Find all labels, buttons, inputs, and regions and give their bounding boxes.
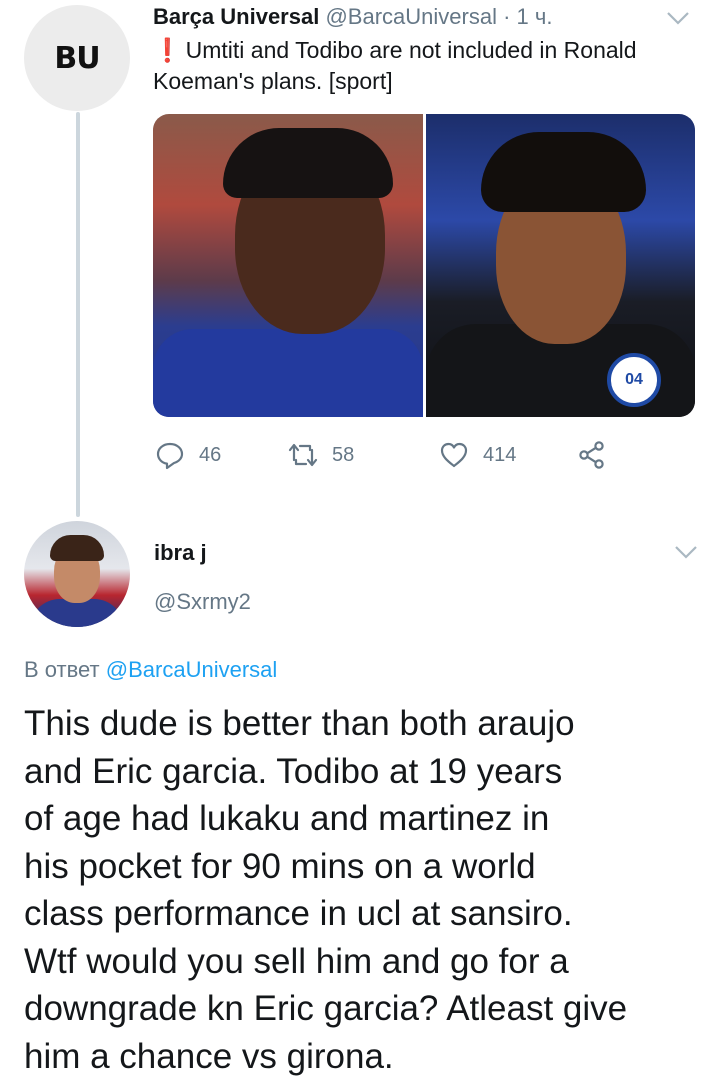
reply-author-handle[interactable]: @Sxrmy2 — [154, 589, 251, 615]
tweet-text: ❗ Umtiti and Todibo are not included in R… — [153, 35, 698, 97]
like-button[interactable]: 414 — [439, 440, 516, 470]
retweet-count: 58 — [332, 443, 355, 466]
text-line: This dude is better than both araujo — [24, 704, 575, 743]
author-handle[interactable]: @BarcaUniversal — [325, 4, 497, 29]
author-name[interactable]: Barça Universal — [153, 4, 319, 29]
media-photo-right[interactable]: 04 — [425, 114, 695, 417]
text-line: his pocket for 90 mins on a world — [24, 846, 536, 886]
reply-icon — [156, 442, 184, 470]
retweet-button[interactable]: 58 — [288, 440, 354, 470]
text-line: and Eric garcia. Todibo at 19 years — [24, 751, 563, 791]
avatar-text: BU — [54, 40, 100, 76]
tweet-header: Barça Universal @BarcaUniversal · 1 ч. — [153, 4, 552, 30]
reply-author-name[interactable]: ibra j — [154, 540, 207, 566]
meta-separator: · — [503, 4, 511, 29]
retweet-icon — [288, 443, 318, 467]
share-button[interactable] — [577, 440, 607, 470]
reply-prefix: В ответ — [24, 657, 100, 682]
like-count: 414 — [483, 443, 517, 466]
text-line: of age had lukaku and martinez in — [24, 799, 550, 838]
chevron-down-icon[interactable] — [664, 8, 692, 28]
club-badge-logo: 04 — [607, 353, 661, 407]
reply-mention-link[interactable]: @BarcaUniversal — [106, 657, 278, 682]
thread-connector-line — [76, 112, 80, 517]
text-line: him a chance vs girona. — [24, 1036, 394, 1076]
reply-count: 46 — [199, 443, 222, 466]
author-avatar[interactable]: BU — [24, 5, 130, 111]
replying-to-line: В ответ @BarcaUniversal — [24, 657, 277, 683]
reply-button[interactable]: 46 — [155, 440, 221, 470]
text-line: class performance in ucl at sansiro. — [24, 894, 573, 933]
tweet-actions: 46 58 414 — [153, 440, 653, 480]
alert-emoji: ❗ — [153, 37, 182, 63]
tweet-timestamp[interactable]: 1 ч. — [517, 4, 553, 29]
like-icon — [440, 442, 468, 468]
tweet-media[interactable]: 04 — [153, 114, 695, 417]
tweet-text-body: Umtiti and Todibo are not included in Ro… — [153, 37, 637, 94]
chevron-down-icon[interactable] — [672, 542, 700, 562]
text-line: downgrade kn Eric garcia? Atleast give — [24, 989, 628, 1028]
reply-tweet-text: This dude is better than both araujo and… — [24, 700, 704, 1076]
text-line: Wtf would you sell him and go for a — [24, 941, 569, 981]
reply-author-avatar[interactable] — [24, 521, 130, 627]
share-icon — [579, 441, 604, 469]
media-photo-left[interactable] — [153, 114, 423, 417]
